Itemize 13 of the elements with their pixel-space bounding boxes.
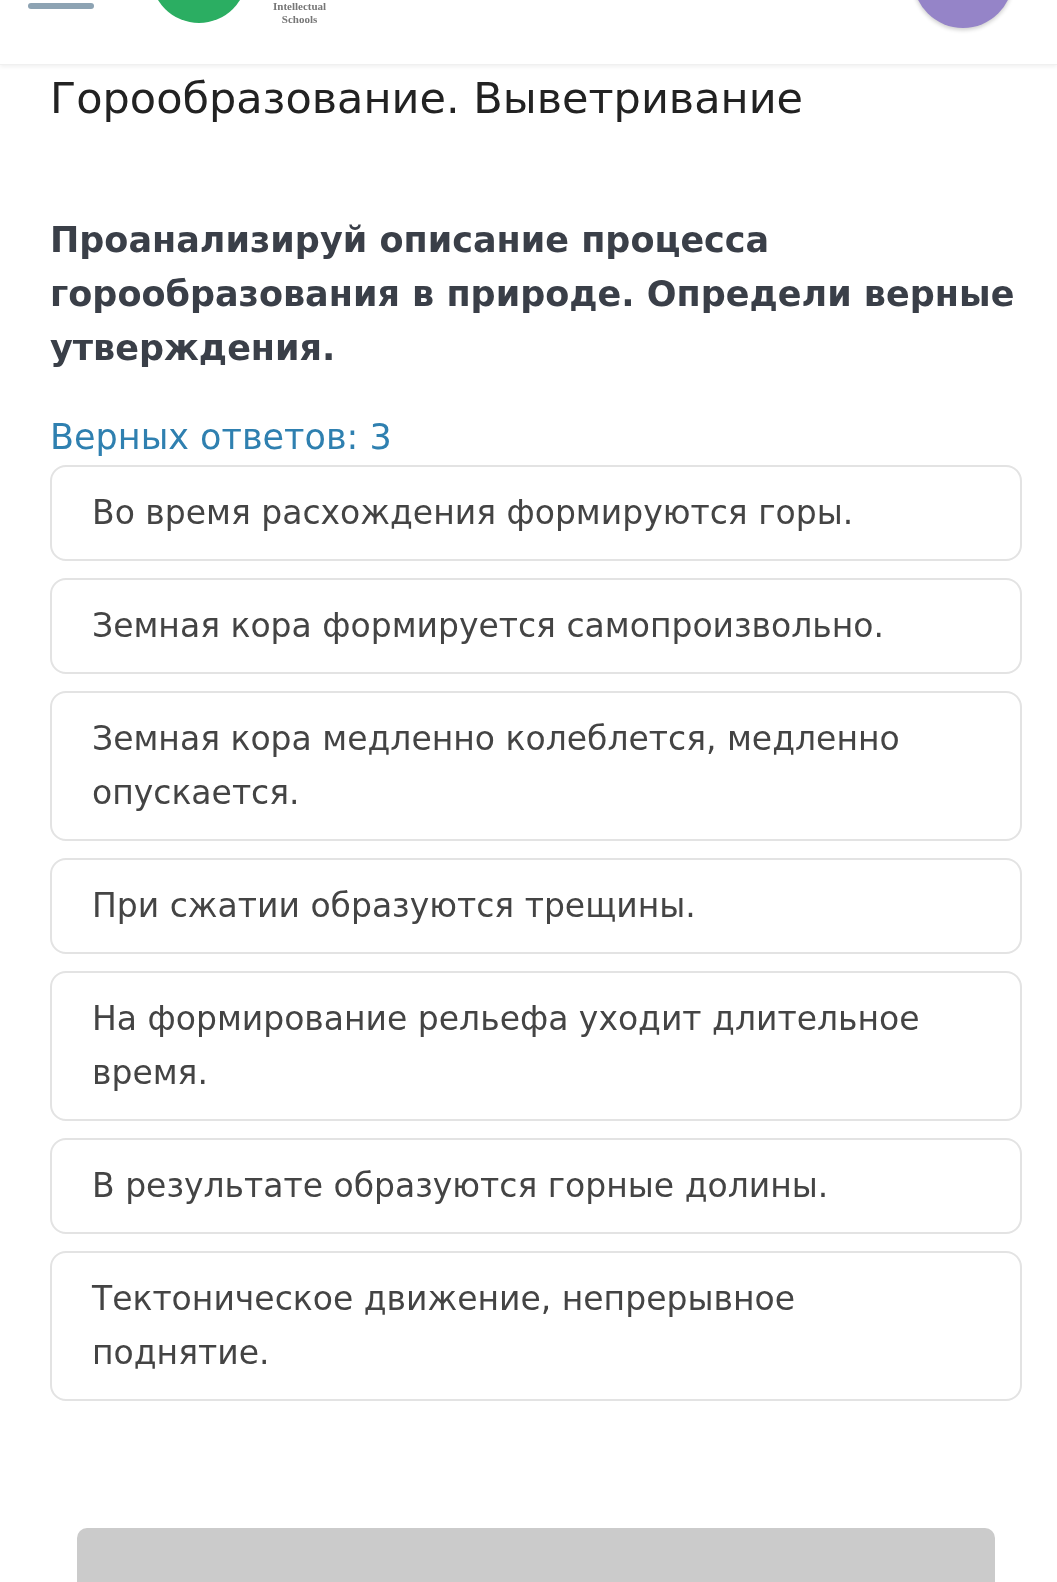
answer-count: Верных ответов: 3 <box>50 416 393 459</box>
page-title: Горообразование. Выветривание <box>50 72 805 125</box>
answer-option[interactable]: Во время расхождения формируются горы. <box>50 465 1022 561</box>
question-text: Проанализируй описание процесса горообразования в природе. Определи верные утверждения. <box>50 219 1016 370</box>
answer-option[interactable]: Земная кора медленно колеблется, медленно опускается. <box>50 691 1022 841</box>
menu-icon[interactable] <box>28 3 94 9</box>
answer-option[interactable]: При сжатии образуются трещины. <box>50 858 1022 954</box>
answer-option[interactable]: Тектоническое движение, непрерывное поднятие. <box>50 1251 1022 1401</box>
logo-text: Schools <box>281 13 318 26</box>
answer-option[interactable]: В результате образуются горные долины. <box>50 1138 1022 1234</box>
answer-option[interactable]: На формирование рельефа уходит длительное время. <box>50 971 1022 1121</box>
answer-option[interactable]: Земная кора формируется самопроизвольно. <box>50 578 1022 674</box>
logo-text: Intellectual <box>273 0 327 13</box>
